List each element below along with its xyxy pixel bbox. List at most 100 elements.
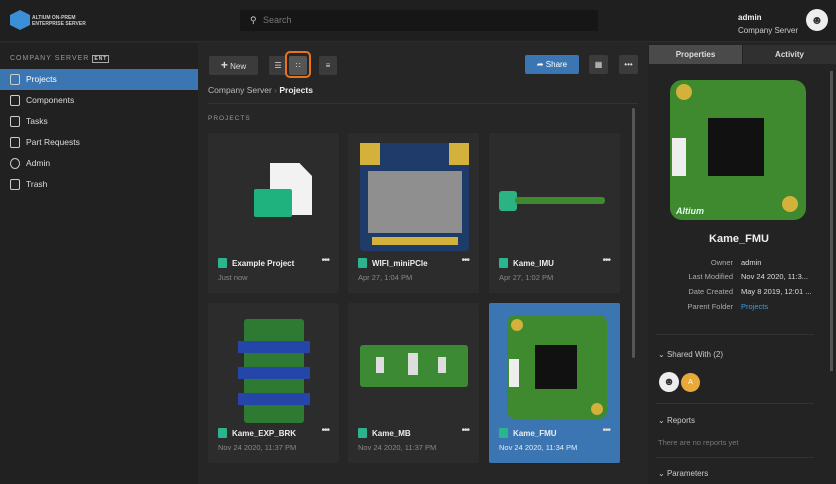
project-card[interactable]: Kame_IMU Apr 27, 1:02 PM ••• xyxy=(489,133,620,293)
tab-properties[interactable]: Properties xyxy=(649,45,742,64)
tab-activity[interactable]: Activity xyxy=(743,45,836,64)
section-label: PROJECTS xyxy=(208,115,251,122)
project-icon xyxy=(218,428,227,438)
card-more-button[interactable]: ••• xyxy=(461,255,469,266)
board-preview: Altium xyxy=(670,80,806,220)
project-card-selected[interactable]: Kame_FMU Nov 24 2020, 11:34 PM ••• xyxy=(489,303,620,463)
reports-empty: There are no reports yet xyxy=(658,438,739,447)
tasks-icon xyxy=(10,116,20,127)
parameters-toggle[interactable]: ⌄ Parameters xyxy=(658,469,708,478)
prop-key: Last Modified xyxy=(688,272,733,281)
divider xyxy=(656,457,814,458)
sidebar-item-tasks[interactable]: Tasks xyxy=(0,111,198,132)
section-title: Shared With xyxy=(666,350,711,359)
project-card[interactable]: Kame_EXP_BRK Nov 24 2020, 11:37 PM ••• xyxy=(208,303,339,463)
panel-scrollbar[interactable] xyxy=(830,71,833,371)
sidebar-heading-text: COMPANY SERVER xyxy=(10,55,90,62)
project-icon xyxy=(218,258,227,268)
user-name: admin xyxy=(738,13,762,22)
divider xyxy=(656,403,814,404)
project-date: Nov 24 2020, 11:37 PM xyxy=(358,443,437,452)
trash-icon xyxy=(10,179,20,190)
card-more-button[interactable]: ••• xyxy=(602,425,610,436)
shared-user-avatar[interactable]: ☻ xyxy=(659,372,679,392)
user-avatar[interactable]: ☻ xyxy=(806,9,828,31)
prop-value: admin xyxy=(741,258,762,267)
more-options-button[interactable]: ••• xyxy=(619,55,638,74)
pcb-icon xyxy=(254,189,292,217)
sidebar-item-part-requests[interactable]: Part Requests xyxy=(0,132,198,153)
sidebar-item-projects[interactable]: Projects xyxy=(0,69,198,90)
prop-key: Parent Folder xyxy=(687,302,733,311)
project-card[interactable]: Example Project Just now ••• xyxy=(208,133,339,293)
divider xyxy=(208,103,638,104)
project-icon xyxy=(358,258,367,268)
prop-value: Nov 24 2020, 11:3... xyxy=(741,272,808,281)
shared-user-avatar[interactable]: A xyxy=(681,373,700,392)
sidebar-item-components[interactable]: Components xyxy=(0,90,198,111)
breadcrumb-root[interactable]: Company Server xyxy=(208,85,272,95)
project-name: Kame_IMU xyxy=(513,259,554,268)
sidebar-item-trash[interactable]: Trash xyxy=(0,174,198,195)
project-card[interactable]: WIFI_miniPCIe Apr 27, 1:04 PM ••• xyxy=(348,133,479,293)
breadcrumb-current: Projects xyxy=(279,85,313,95)
main-scrollbar[interactable] xyxy=(632,108,635,358)
grid-view-button[interactable]: ∷ xyxy=(289,56,307,75)
project-name: Kame_MB xyxy=(372,429,411,438)
project-name: Kame_EXP_BRK xyxy=(232,429,297,438)
layout-toggle-button[interactable]: ▦ xyxy=(589,55,608,74)
project-icon xyxy=(358,428,367,438)
sidebar-item-label: Trash xyxy=(26,179,48,189)
card-more-button[interactable]: ••• xyxy=(321,255,329,266)
search-input[interactable]: ⚲ Search xyxy=(240,10,598,31)
board-label: Altium xyxy=(676,206,704,216)
new-button[interactable]: + New xyxy=(209,56,258,75)
sidebar: COMPANY SERVER ENT Projects Components Ta… xyxy=(0,43,198,484)
properties-panel: Properties Activity Altium Kame_FMU Owne… xyxy=(648,43,836,484)
card-more-button[interactable]: ••• xyxy=(602,255,610,266)
parent-folder-link[interactable]: Projects xyxy=(741,299,768,314)
user-icon xyxy=(10,158,20,169)
project-name: WIFI_miniPCIe xyxy=(372,259,428,268)
panel-title: Kame_FMU xyxy=(709,233,769,245)
project-thumbnail xyxy=(218,311,329,423)
sidebar-item-label: Admin xyxy=(26,158,51,168)
sidebar-item-label: Tasks xyxy=(26,116,48,126)
project-date: Apr 27, 1:04 PM xyxy=(358,273,413,282)
card-more-button[interactable]: ••• xyxy=(461,425,469,436)
share-button[interactable]: ➦ Share xyxy=(525,55,579,74)
sidebar-heading: COMPANY SERVER ENT xyxy=(10,55,110,63)
logo-text: ALTIUM ON-PREM ENTERPRISE SERVER xyxy=(32,15,86,27)
reports-toggle[interactable]: ⌄ Reports xyxy=(658,416,695,425)
sidebar-item-label: Components xyxy=(26,95,75,105)
project-date: Nov 24 2020, 11:34 PM xyxy=(499,443,578,452)
breadcrumb: Company Server › Projects xyxy=(208,85,313,95)
grid-icon: ∷ xyxy=(295,61,301,70)
sidebar-item-admin[interactable]: Admin xyxy=(0,153,198,174)
sort-button[interactable]: ≡ xyxy=(319,56,337,75)
list-icon: ☰ xyxy=(274,61,282,70)
altium-logo-icon[interactable] xyxy=(10,10,30,30)
project-card[interactable]: Kame_MB Nov 24 2020, 11:37 PM ••• xyxy=(348,303,479,463)
user-info[interactable]: admin Company Server xyxy=(738,11,798,37)
prop-key: Owner xyxy=(710,258,733,267)
card-more-button[interactable]: ••• xyxy=(321,425,329,436)
component-icon xyxy=(10,95,20,106)
section-title: Parameters xyxy=(666,469,709,478)
new-label: New xyxy=(230,62,247,71)
shared-with-toggle[interactable]: ⌄ Shared With (2) xyxy=(658,350,723,359)
project-thumbnail xyxy=(358,311,469,416)
search-icon: ⚲ xyxy=(250,15,257,25)
divider xyxy=(656,334,814,335)
project-date: Nov 24 2020, 11:37 PM xyxy=(218,443,297,452)
project-date: Apr 27, 1:02 PM xyxy=(499,273,554,282)
prop-key: Date Created xyxy=(688,287,733,296)
top-bar: ALTIUM ON-PREM ENTERPRISE SERVER ⚲ Searc… xyxy=(0,0,836,42)
project-thumbnail xyxy=(499,141,610,246)
folder-icon xyxy=(10,74,20,85)
shared-count: (2) xyxy=(713,350,723,359)
prop-value: May 8 2019, 12:01 ... xyxy=(741,287,812,296)
project-icon xyxy=(499,428,508,438)
sort-icon: ≡ xyxy=(325,61,331,70)
project-icon xyxy=(499,258,508,268)
